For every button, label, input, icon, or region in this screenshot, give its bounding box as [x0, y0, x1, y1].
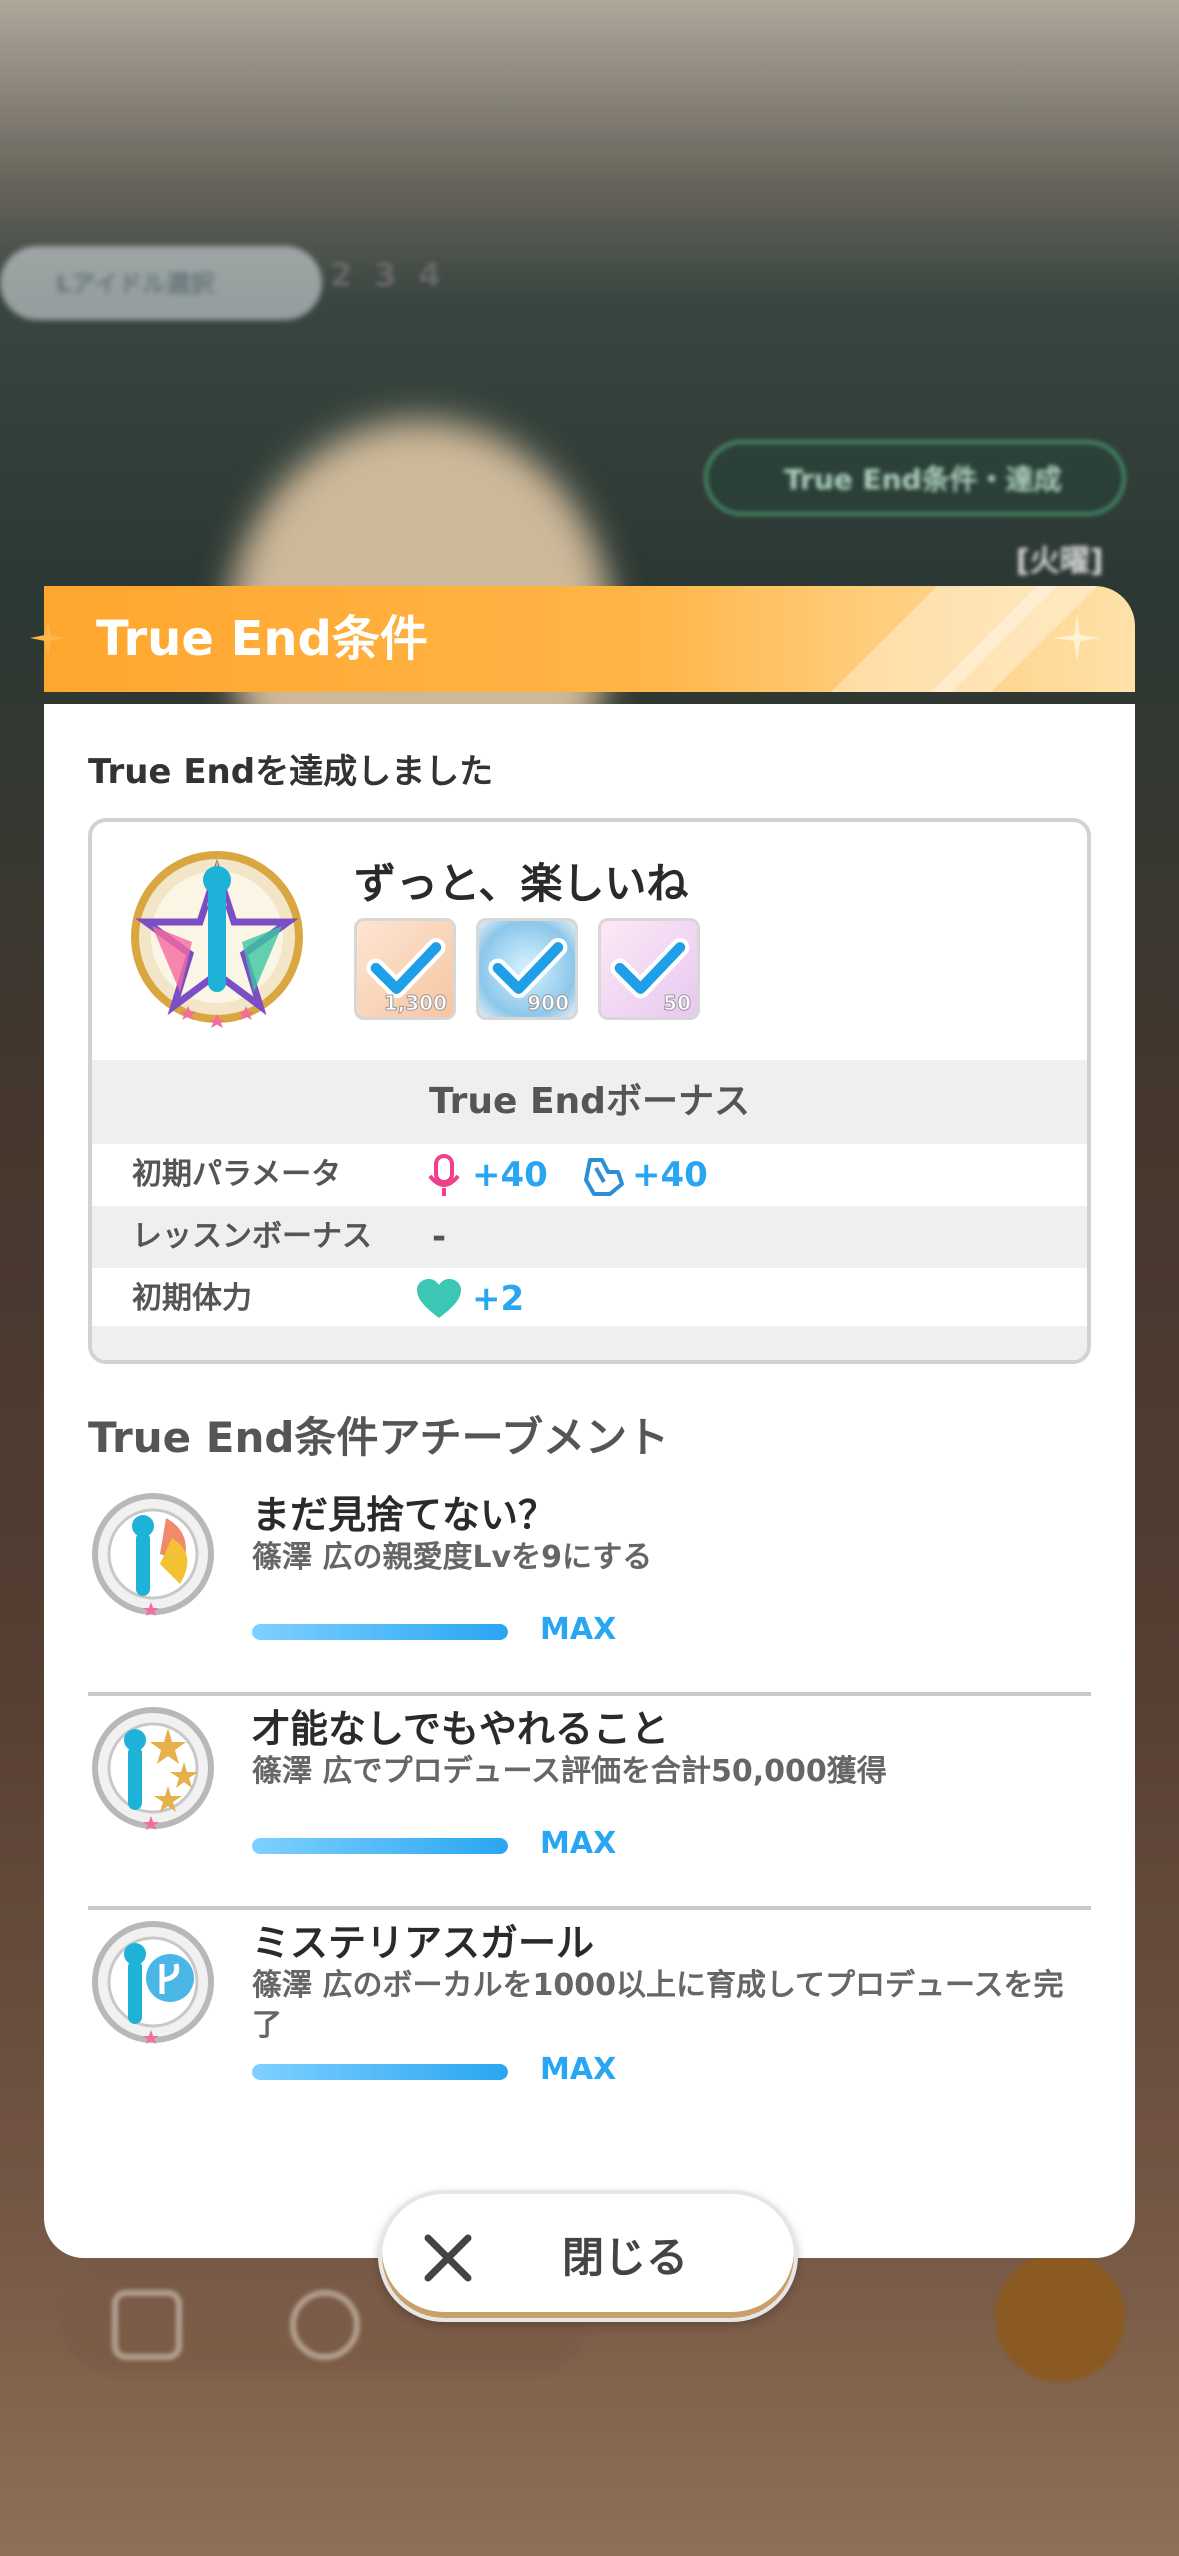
achieved-label: True Endを達成しました	[88, 752, 494, 792]
achievement-desc: 篠澤 広の親愛度Lvを9にする	[252, 1540, 653, 1575]
sparkle-icon	[1053, 614, 1101, 662]
achievement-progress-bar	[252, 1838, 508, 1854]
card-footer	[92, 1326, 1087, 1360]
menu-icon	[995, 2252, 1125, 2382]
achievement-desc: 篠澤 広のボーカルを1000以上に育成してプロデュースを完了	[252, 1968, 1064, 2043]
bonus-row-initial-params: 初期パラメータ +40 +40	[92, 1144, 1087, 1206]
achievements-title: True End条件アチーブメント	[88, 1413, 670, 1462]
true-end-card: ずっと、楽しいね 1,300 900 50 True Endボーナス 初期パラメ…	[88, 818, 1091, 1364]
reward-ticket: 1,300	[354, 918, 456, 1020]
achievement-status: MAX	[540, 1612, 617, 1647]
clock-icon	[290, 2290, 360, 2360]
heart-icon	[417, 1279, 461, 1318]
reward-count: 1,300	[383, 991, 447, 1016]
achievement-item: 才能なしでもやれること 篠澤 広でプロデュース評価を合計50,000獲得 MAX	[88, 1696, 1091, 1910]
bonus-value: +40	[472, 1155, 548, 1195]
achievement-progress-bar	[252, 2064, 508, 2080]
bonus-value: +40	[632, 1155, 708, 1195]
vocal-mic-icon	[428, 1154, 460, 1196]
reward-count: 50	[663, 991, 692, 1016]
achievement-badge-icon	[92, 1921, 214, 2044]
true-end-modal: True End条件 True Endを達成しました ずっと、楽しいね 1,30…	[30, 586, 1135, 2258]
true-end-title: ずっと、楽しいね	[354, 859, 689, 908]
close-button[interactable]: 閉じる	[378, 2190, 798, 2322]
bonus-label: 初期パラメータ	[132, 1157, 342, 1192]
reward-count: 900	[527, 991, 570, 1016]
achievement-name: 才能なしでもやれること	[252, 1707, 669, 1751]
bonus-value: +2	[472, 1279, 525, 1319]
achievement-badge-icon	[92, 1707, 214, 1830]
achievement-desc: 篠澤 広でプロデュース評価を合計50,000獲得	[252, 1754, 887, 1789]
home-icon	[112, 2290, 182, 2360]
achievement-status: MAX	[540, 2052, 617, 2087]
achievement-badge-icon	[92, 1493, 214, 1616]
achievement-progress-bar	[252, 1624, 508, 1640]
bonus-row-lesson: レッスンボーナス -	[92, 1206, 1087, 1268]
modal-body: True Endを達成しました ずっと、楽しいね 1,300 900 50 Tr…	[44, 704, 1135, 2258]
achievement-name: ミステリアスガール	[252, 1921, 595, 1965]
bonus-label: 初期体力	[132, 1281, 252, 1316]
achievement-item: ミステリアスガール 篠澤 広のボーカルを1000以上に育成してプロデュースを完了…	[88, 1910, 1091, 2124]
bonus-label: レッスンボーナス	[132, 1219, 372, 1254]
bonus-row-stamina: 初期体力 +2	[92, 1268, 1087, 1330]
reward-coin: 900	[476, 918, 578, 1020]
modal-header: True End条件	[44, 586, 1135, 692]
sparkle-icon	[30, 620, 66, 656]
modal-title: True End条件	[96, 611, 428, 667]
close-icon	[424, 2234, 472, 2282]
bonus-heading: True Endボーナス	[92, 1060, 1087, 1144]
achievement-name: まだ見捨てない？	[252, 1493, 557, 1537]
close-button-label: 閉じる	[562, 2233, 689, 2282]
visual-icon	[584, 1158, 624, 1196]
true-end-badge-icon	[131, 851, 303, 1028]
reward-card: 50	[598, 918, 700, 1020]
achievement-status: MAX	[540, 1826, 617, 1861]
achievement-item: まだ見捨てない？ 篠澤 広の親愛度Lvを9にする MAX	[88, 1482, 1091, 1696]
bonus-value: -	[432, 1217, 447, 1257]
